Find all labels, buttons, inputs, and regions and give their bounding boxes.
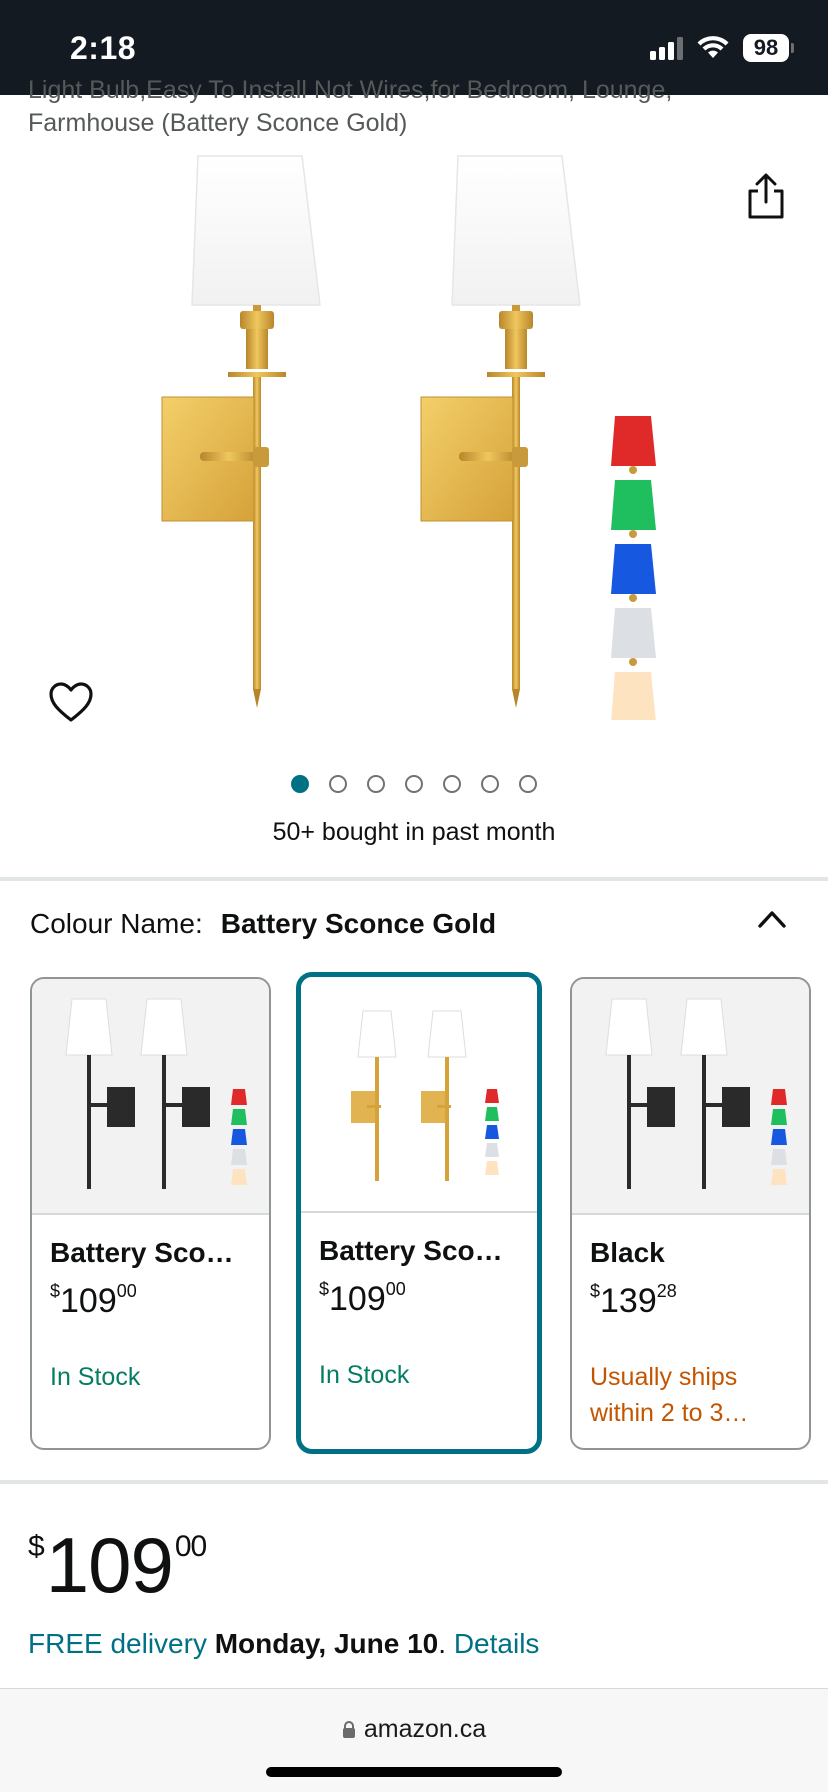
url-text: amazon.ca (363, 1715, 487, 1743)
swatch-stock-status: In Stock (50, 1363, 141, 1391)
swatch-thumbnail (32, 979, 269, 1215)
carousel-dot[interactable] (519, 775, 537, 793)
swatch-thumbnail (301, 977, 537, 1213)
swatch-name: Battery Sco… (50, 1237, 234, 1268)
product-price: $10900 (28, 1521, 207, 1609)
url-display[interactable]: amazon.ca (0, 1715, 828, 1744)
delivery-date: Monday, June 10 (214, 1628, 439, 1659)
swatch-lamp-image (351, 1010, 499, 1181)
swatch-lamp-image (65, 998, 247, 1189)
cellular-signal-icon (650, 36, 683, 60)
section-divider (0, 1480, 828, 1484)
carousel-dots (0, 775, 828, 793)
swatch-lamp-image (605, 998, 787, 1189)
battery-level: 98 (743, 34, 789, 62)
swatch-price: $10900 (319, 1279, 406, 1318)
delivery-details-link[interactable]: Details (454, 1628, 540, 1659)
status-time: 2:18 (70, 30, 137, 66)
swatch-name: Battery Sco… (319, 1235, 503, 1266)
product-title-line-2: Farmhouse (Battery Sconce Gold) (28, 109, 408, 137)
chevron-up-icon[interactable] (757, 908, 787, 930)
colour-selector-header[interactable]: Colour Name: Battery Sconce Gold (30, 908, 496, 940)
share-icon[interactable] (744, 172, 788, 220)
browser-address-bar[interactable]: amazon.ca (0, 1688, 828, 1792)
swatch-price: $13928 (590, 1281, 677, 1320)
swatch-stock-status: In Stock (319, 1361, 410, 1389)
battery-icon: 98 (743, 34, 794, 62)
carousel-dot[interactable] (405, 775, 423, 793)
carousel-dot[interactable] (329, 775, 347, 793)
colour-value: Battery Sconce Gold (220, 908, 497, 939)
swatch-stock-status: Usually ships within 2 to 3… (590, 1363, 749, 1427)
colour-label: Colour Name: (30, 908, 203, 939)
free-delivery-label: FREE delivery (28, 1628, 207, 1659)
section-divider (0, 877, 828, 881)
home-indicator (266, 1767, 562, 1777)
delivery-info: FREE delivery Monday, June 10. Details (28, 1628, 540, 1659)
colour-swatch-battery-sconce-gold[interactable]: Battery Sco… $10900 In Stock (296, 972, 542, 1454)
carousel-dot[interactable] (367, 775, 385, 793)
heart-icon[interactable] (48, 681, 94, 723)
swatch-price: $10900 (50, 1281, 137, 1320)
wifi-icon (697, 36, 729, 58)
swatch-name: Black (590, 1237, 665, 1268)
product-title[interactable]: Light Bulb,Easy To Install Not Wires,for… (28, 78, 788, 148)
color-shades (611, 416, 656, 720)
product-title-line-1: Light Bulb,Easy To Install Not Wires,for… (28, 78, 673, 104)
carousel-dot[interactable] (291, 775, 309, 793)
lock-icon (342, 1721, 355, 1738)
colour-swatch-black[interactable]: Black $13928 Usually ships within 2 to 3… (570, 977, 811, 1450)
swatch-thumbnail (572, 979, 809, 1215)
bought-in-past-month: 50+ bought in past month (272, 818, 556, 846)
sconce-left (161, 155, 321, 708)
product-image[interactable] (140, 150, 680, 720)
carousel-dot[interactable] (481, 775, 499, 793)
status-icons: 98 (650, 34, 794, 62)
carousel-dot[interactable] (443, 775, 461, 793)
sconce-right (420, 155, 581, 708)
colour-swatch-battery-sconce-black[interactable]: Battery Sco… $10900 In Stock (30, 977, 271, 1450)
